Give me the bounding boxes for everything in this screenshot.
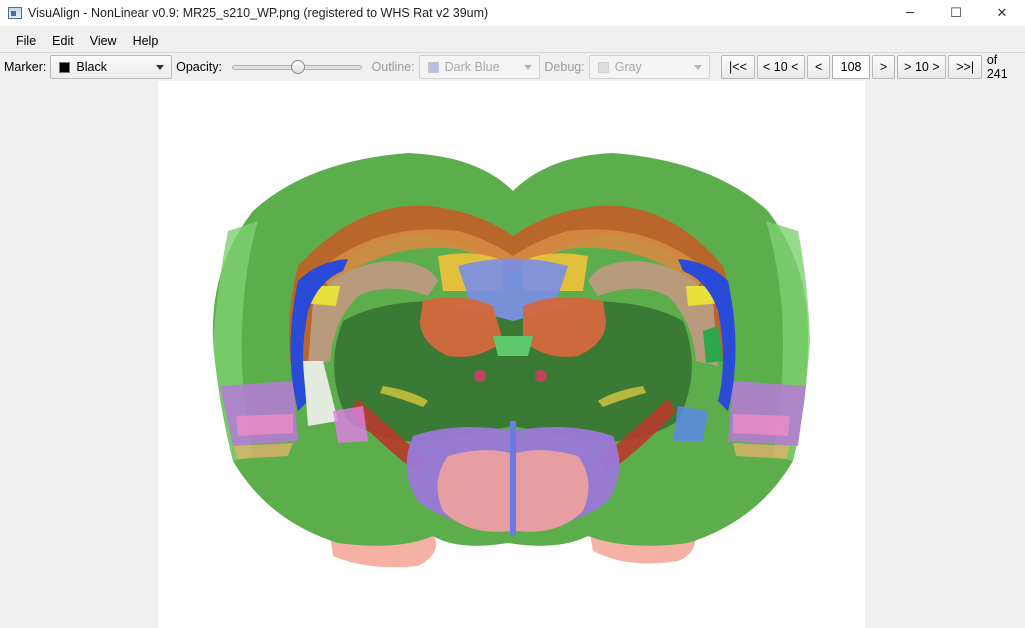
window-title: VisuAlign - NonLinear v0.9: MR25_s210_WP… [28,6,489,20]
menu-edit[interactable]: Edit [44,34,82,48]
opacity-label: Opacity: [176,60,222,74]
marker-select[interactable]: Black [50,55,173,79]
toolbar: Marker: Black Opacity: Outline: Dark Blu… [0,52,1025,81]
title-bar: VisuAlign - NonLinear v0.9: MR25_s210_WP… [0,0,1025,26]
maximize-button[interactable]: ☐ [933,0,979,26]
opacity-slider[interactable] [231,55,362,79]
section-canvas[interactable] [158,81,865,628]
close-button[interactable]: ✕ [979,0,1025,26]
next-page-button[interactable]: > [871,55,896,79]
app-icon [8,7,22,19]
chevron-down-icon [156,65,165,70]
page-number-input[interactable]: 108 [832,55,870,79]
page-total: of 241 [986,53,1008,81]
prev-page-button[interactable]: < [806,55,831,79]
last-page-button[interactable]: >>| [948,55,982,79]
outline-color-swatch [427,61,439,73]
brain-section-image[interactable] [158,81,865,628]
marker-value: Black [76,60,107,74]
back-10-button[interactable]: < 10 < [756,55,805,79]
debug-value: Gray [614,60,642,74]
debug-label: Debug: [544,60,585,74]
outline-label: Outline: [371,60,415,74]
marker-color-swatch [59,61,71,73]
window-controls: ─ ☐ ✕ [887,0,1025,26]
forward-10-button[interactable]: > 10 > [897,55,947,79]
image-viewer[interactable] [0,81,1025,628]
debug-color-swatch [597,61,609,73]
opacity-slider-thumb[interactable] [290,60,305,74]
outline-value: Dark Blue [444,60,500,74]
minimize-button[interactable]: ─ [887,0,933,26]
menu-view[interactable]: View [82,34,125,48]
menu-file[interactable]: File [8,34,44,48]
first-page-button[interactable]: |<< [721,55,755,79]
marker-label: Marker: [4,60,47,74]
chevron-down-icon [524,65,533,70]
outline-select[interactable]: Dark Blue [418,55,541,79]
menu-bar: File Edit View Help [0,29,1025,52]
debug-select[interactable]: Gray [588,55,711,79]
chevron-down-icon [694,65,703,70]
menu-help[interactable]: Help [125,34,167,48]
